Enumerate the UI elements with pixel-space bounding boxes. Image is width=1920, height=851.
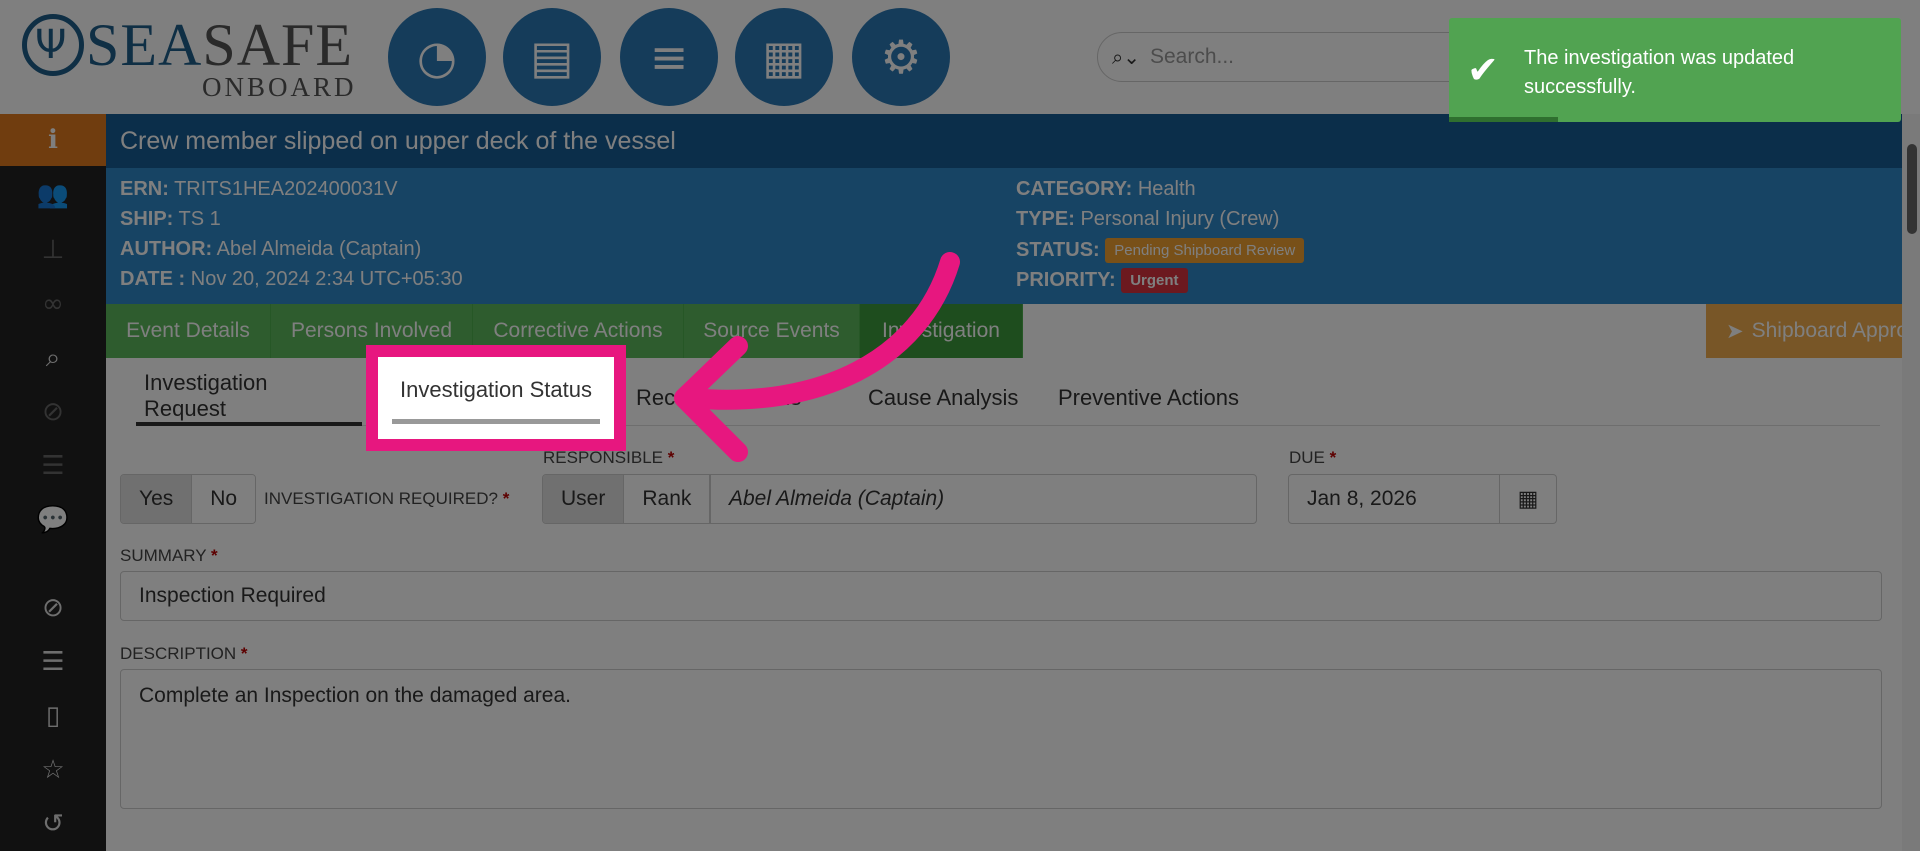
page: Ψ SEASAFE ONBOARD ◔ ▤ ≡ ▦ ⚙ ⌕⌄ Search...… bbox=[0, 0, 1920, 851]
pointer-arrow-icon bbox=[674, 252, 960, 462]
scrollbar[interactable] bbox=[1902, 114, 1920, 851]
toast-message: The investigation was updated successful… bbox=[1524, 47, 1795, 98]
toast-progress bbox=[1449, 117, 1558, 122]
check-icon: ✔ bbox=[1467, 48, 1499, 92]
scrollbar-thumb[interactable] bbox=[1907, 144, 1917, 234]
success-toast[interactable]: ✔ The investigation was updated successf… bbox=[1449, 18, 1901, 122]
